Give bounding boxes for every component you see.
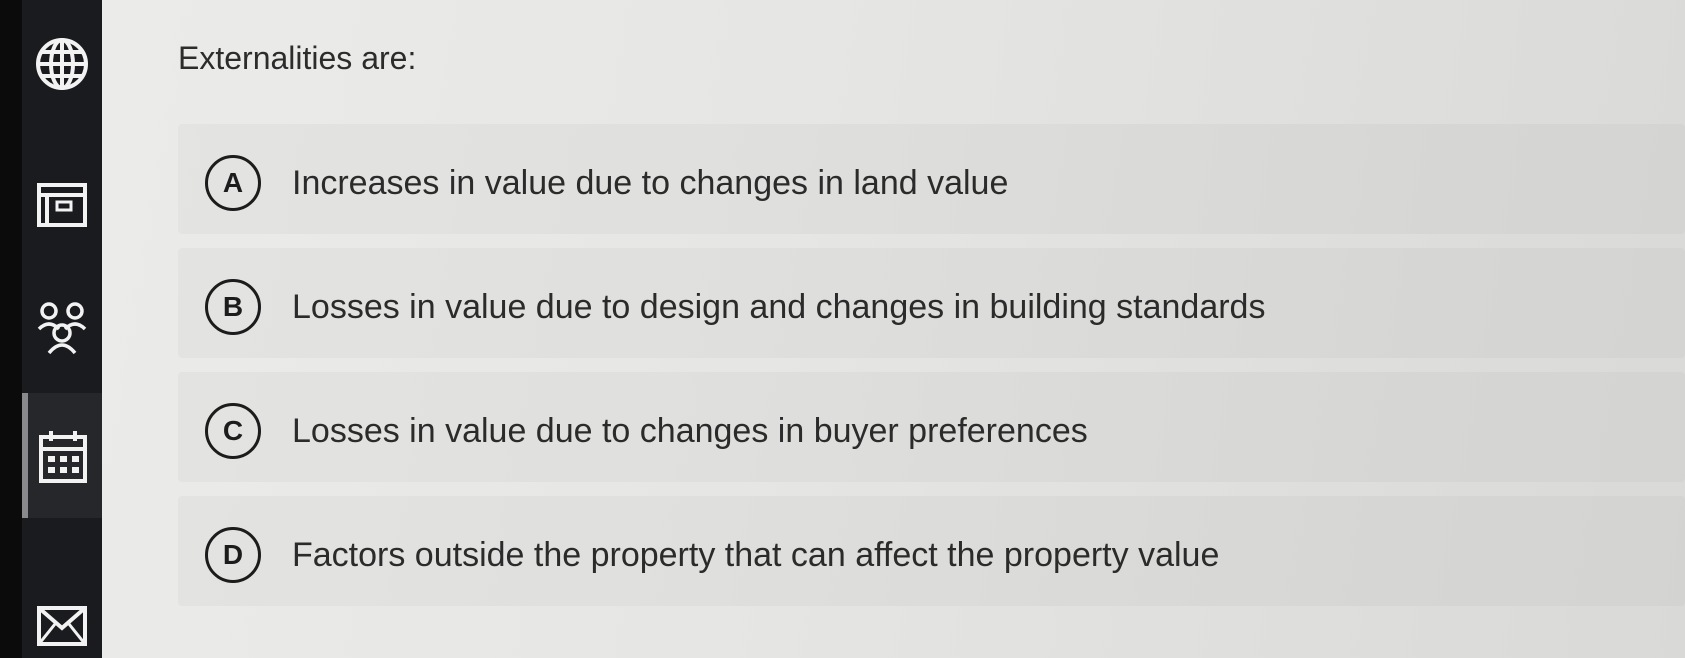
sidebar-item-people[interactable] <box>22 278 102 378</box>
option-d-label: Factors outside the property that can af… <box>292 536 1220 574</box>
sidebar-item-mail[interactable] <box>22 588 102 658</box>
mail-icon <box>37 606 87 646</box>
active-indicator <box>22 393 28 518</box>
option-c-radio[interactable]: C <box>205 403 261 459</box>
sidebar-item-calendar[interactable] <box>22 393 102 518</box>
option-a-label: Increases in value due to changes in lan… <box>292 164 1009 202</box>
people-icon <box>37 302 87 355</box>
option-c-label: Losses in value due to changes in buyer … <box>292 412 1088 450</box>
option-a-radio[interactable]: A <box>205 155 261 211</box>
sidebar-item-document[interactable] <box>22 150 102 250</box>
window-edge <box>0 0 22 658</box>
option-b-label: Losses in value due to design and change… <box>292 288 1266 326</box>
option-d-radio[interactable]: D <box>205 527 261 583</box>
sidebar-item-globe[interactable] <box>22 14 102 114</box>
sidebar <box>22 0 102 658</box>
option-b-radio[interactable]: B <box>205 279 261 335</box>
document-icon <box>37 183 87 227</box>
question-text: Externalities are: <box>178 40 417 76</box>
option-a[interactable]: A Increases in value due to changes in l… <box>178 124 1685 234</box>
option-d[interactable]: D Factors outside the property that can … <box>178 496 1685 606</box>
option-c[interactable]: C Losses in value due to changes in buye… <box>178 372 1685 482</box>
calendar-icon <box>39 430 87 483</box>
globe-icon <box>36 38 88 90</box>
option-b[interactable]: B Losses in value due to design and chan… <box>178 248 1685 358</box>
question-panel: Externalities are: A Increases in value … <box>102 0 1685 658</box>
answer-options: A Increases in value due to changes in l… <box>178 124 1685 620</box>
